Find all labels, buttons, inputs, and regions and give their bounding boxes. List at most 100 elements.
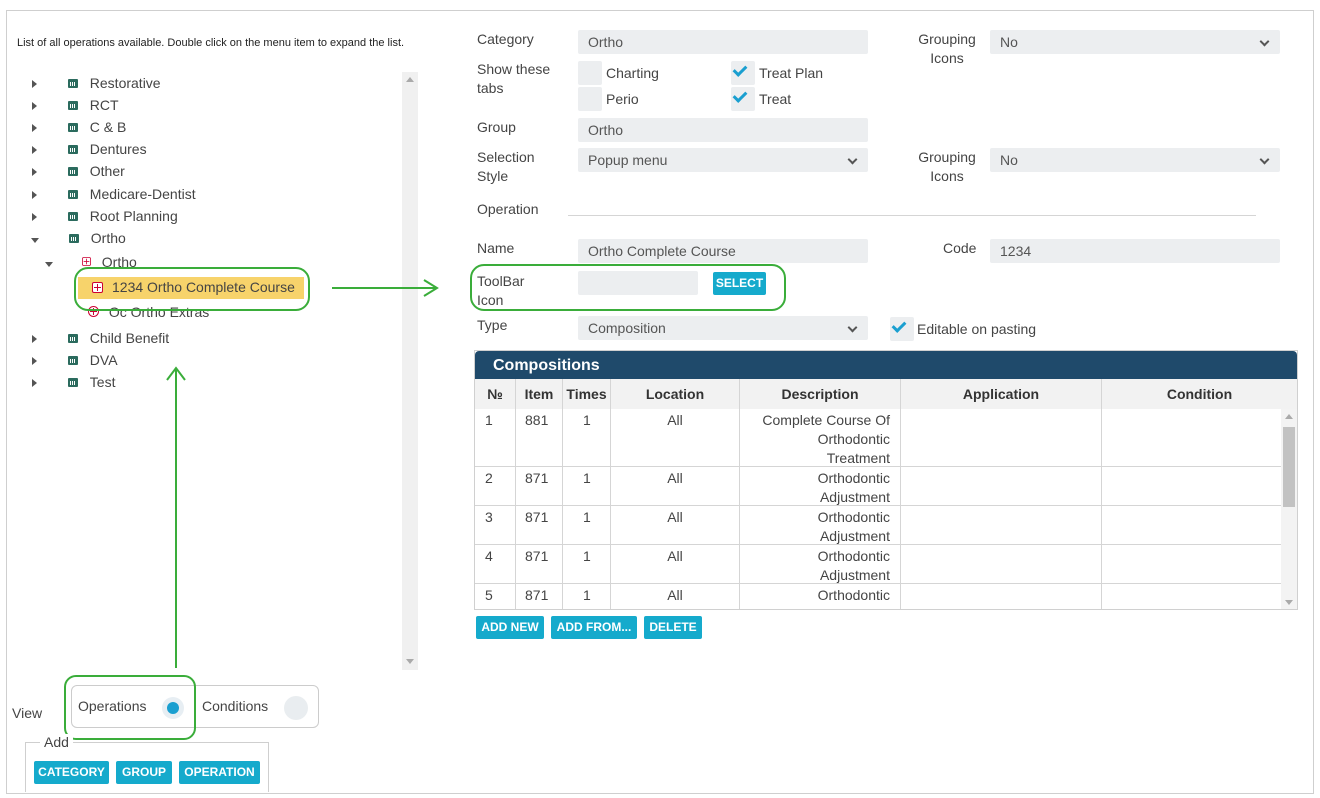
chevron-down-icon (847, 154, 858, 165)
add-new-button[interactable]: ADD NEW (476, 616, 544, 639)
treat-checkbox[interactable] (731, 87, 755, 111)
annotation-arrow-right-icon (332, 279, 439, 297)
compositions-body: 1 881 1 All Complete Course Of Orthodont… (475, 409, 1281, 609)
cell-condition[interactable] (1102, 506, 1281, 545)
expand-arrow-icon[interactable] (32, 80, 37, 88)
cell-times: 1 (563, 545, 611, 584)
collapse-arrow-icon[interactable] (45, 262, 53, 267)
tree-item-ortho[interactable]: Ortho (31, 230, 126, 250)
tree-item-label: Other (89, 163, 125, 179)
add-operation-button[interactable]: OPERATION (179, 761, 260, 784)
column-header[interactable]: Description (740, 379, 901, 409)
view-conditions-radio[interactable] (284, 696, 308, 720)
tree-item-c-and-b[interactable]: C & B (32, 119, 126, 139)
name-field[interactable]: Ortho Complete Course (578, 239, 868, 263)
expand-arrow-icon[interactable] (32, 124, 37, 132)
add-category-button[interactable]: CATEGORY (34, 761, 109, 784)
tree-item-other[interactable]: Other (32, 163, 125, 183)
cell-condition[interactable] (1102, 584, 1281, 609)
tree-item-rct[interactable]: RCT (32, 97, 119, 117)
cell-no: 3 (475, 506, 516, 545)
code-field[interactable]: 1234 (990, 239, 1280, 263)
annotation-highlight-toolbar (470, 264, 786, 311)
category-icon (67, 79, 78, 88)
column-header[interactable]: Item (516, 379, 563, 409)
grouping-icons-select[interactable]: No (990, 30, 1280, 54)
type-select[interactable]: Composition (578, 316, 868, 340)
treat-plan-checkbox[interactable] (731, 61, 755, 85)
cell-application[interactable] (901, 506, 1102, 545)
name-label: Name (477, 240, 515, 256)
table-row[interactable]: 3 871 1 All Orthodontic Adjustment (475, 506, 1281, 545)
expand-arrow-icon[interactable] (32, 102, 37, 110)
column-header[interactable]: Times (563, 379, 611, 409)
table-row[interactable]: 4 871 1 All Orthodontic Adjustment (475, 545, 1281, 584)
charting-checkbox[interactable] (578, 61, 602, 85)
expand-arrow-icon[interactable] (32, 146, 37, 154)
table-row[interactable]: 5 871 1 All Orthodontic (475, 584, 1281, 609)
cell-application[interactable] (901, 409, 1102, 467)
expand-arrow-icon[interactable] (32, 335, 37, 343)
expand-arrow-icon[interactable] (32, 357, 37, 365)
collapse-arrow-icon[interactable] (31, 238, 39, 243)
cell-application[interactable] (901, 545, 1102, 584)
grouping-icons-label: Grouping Icons (918, 31, 976, 66)
add-from-button[interactable]: ADD FROM... (551, 616, 637, 639)
expand-arrow-icon[interactable] (32, 213, 37, 221)
cell-condition[interactable] (1102, 409, 1281, 467)
cell-location: All (611, 506, 740, 545)
scroll-up-icon[interactable] (1285, 414, 1293, 419)
column-header[interactable]: Location (611, 379, 740, 409)
tree-item-dentures[interactable]: Dentures (32, 141, 147, 161)
scroll-down-icon[interactable] (1285, 600, 1293, 605)
group-label: Group (477, 119, 516, 135)
tree-item-restorative[interactable]: Restorative (32, 75, 161, 95)
editable-checkbox[interactable] (890, 317, 914, 341)
tree-item-label: Restorative (89, 75, 161, 91)
tree-item-child-benefit[interactable]: Child Benefit (32, 330, 169, 350)
tree-item-label: DVA (89, 352, 118, 368)
cell-application[interactable] (901, 584, 1102, 609)
column-header[interactable]: Application (901, 379, 1102, 409)
column-header[interactable]: № (475, 379, 516, 409)
expand-arrow-icon[interactable] (32, 191, 37, 199)
cell-description: Orthodontic Adjustment (740, 467, 901, 506)
cell-no: 1 (475, 409, 516, 467)
chevron-down-icon (1259, 36, 1270, 47)
scroll-up-icon[interactable] (406, 77, 414, 82)
delete-button[interactable]: DELETE (644, 616, 702, 639)
scroll-down-icon[interactable] (406, 659, 414, 664)
category-icon (67, 190, 78, 199)
group-icon (81, 257, 91, 266)
scrollbar-thumb[interactable] (1283, 427, 1295, 507)
expand-arrow-icon[interactable] (32, 379, 37, 387)
group-field[interactable]: Ortho (578, 118, 868, 142)
selection-style-label: Selection Style (477, 149, 535, 184)
tree-item-test[interactable]: Test (32, 374, 115, 394)
add-legend: Add (40, 734, 73, 750)
table-row[interactable]: 2 871 1 All Orthodontic Adjustment (475, 467, 1281, 506)
tree-item-root-planning[interactable]: Root Planning (32, 208, 178, 228)
grid-scrollbar[interactable] (1281, 409, 1297, 609)
grouping-icons-select-2[interactable]: No (990, 148, 1280, 172)
tree-item-label: Root Planning (89, 208, 178, 224)
column-header[interactable]: Condition (1102, 379, 1297, 409)
table-row[interactable]: 1 881 1 All Complete Course Of Orthodont… (475, 409, 1281, 467)
tree-item-label: RCT (89, 97, 119, 113)
chevron-down-icon (1259, 154, 1270, 165)
category-icon (67, 123, 78, 132)
add-group-button[interactable]: GROUP (116, 761, 172, 784)
cell-condition[interactable] (1102, 467, 1281, 506)
selection-style-select[interactable]: Popup menu (578, 148, 868, 172)
cell-application[interactable] (901, 467, 1102, 506)
perio-checkbox[interactable] (578, 87, 602, 111)
tree-item-dva[interactable]: DVA (32, 352, 118, 372)
cell-location: All (611, 584, 740, 609)
expand-arrow-icon[interactable] (32, 168, 37, 176)
tree-scrollbar[interactable] (402, 72, 418, 670)
operations-tree: Restorative RCT C & B Dentures Other Med… (20, 72, 400, 672)
tree-item-medicare-dentist[interactable]: Medicare-Dentist (32, 186, 196, 206)
cell-condition[interactable] (1102, 545, 1281, 584)
operation-divider (568, 215, 1256, 216)
category-field[interactable]: Ortho (578, 30, 868, 54)
